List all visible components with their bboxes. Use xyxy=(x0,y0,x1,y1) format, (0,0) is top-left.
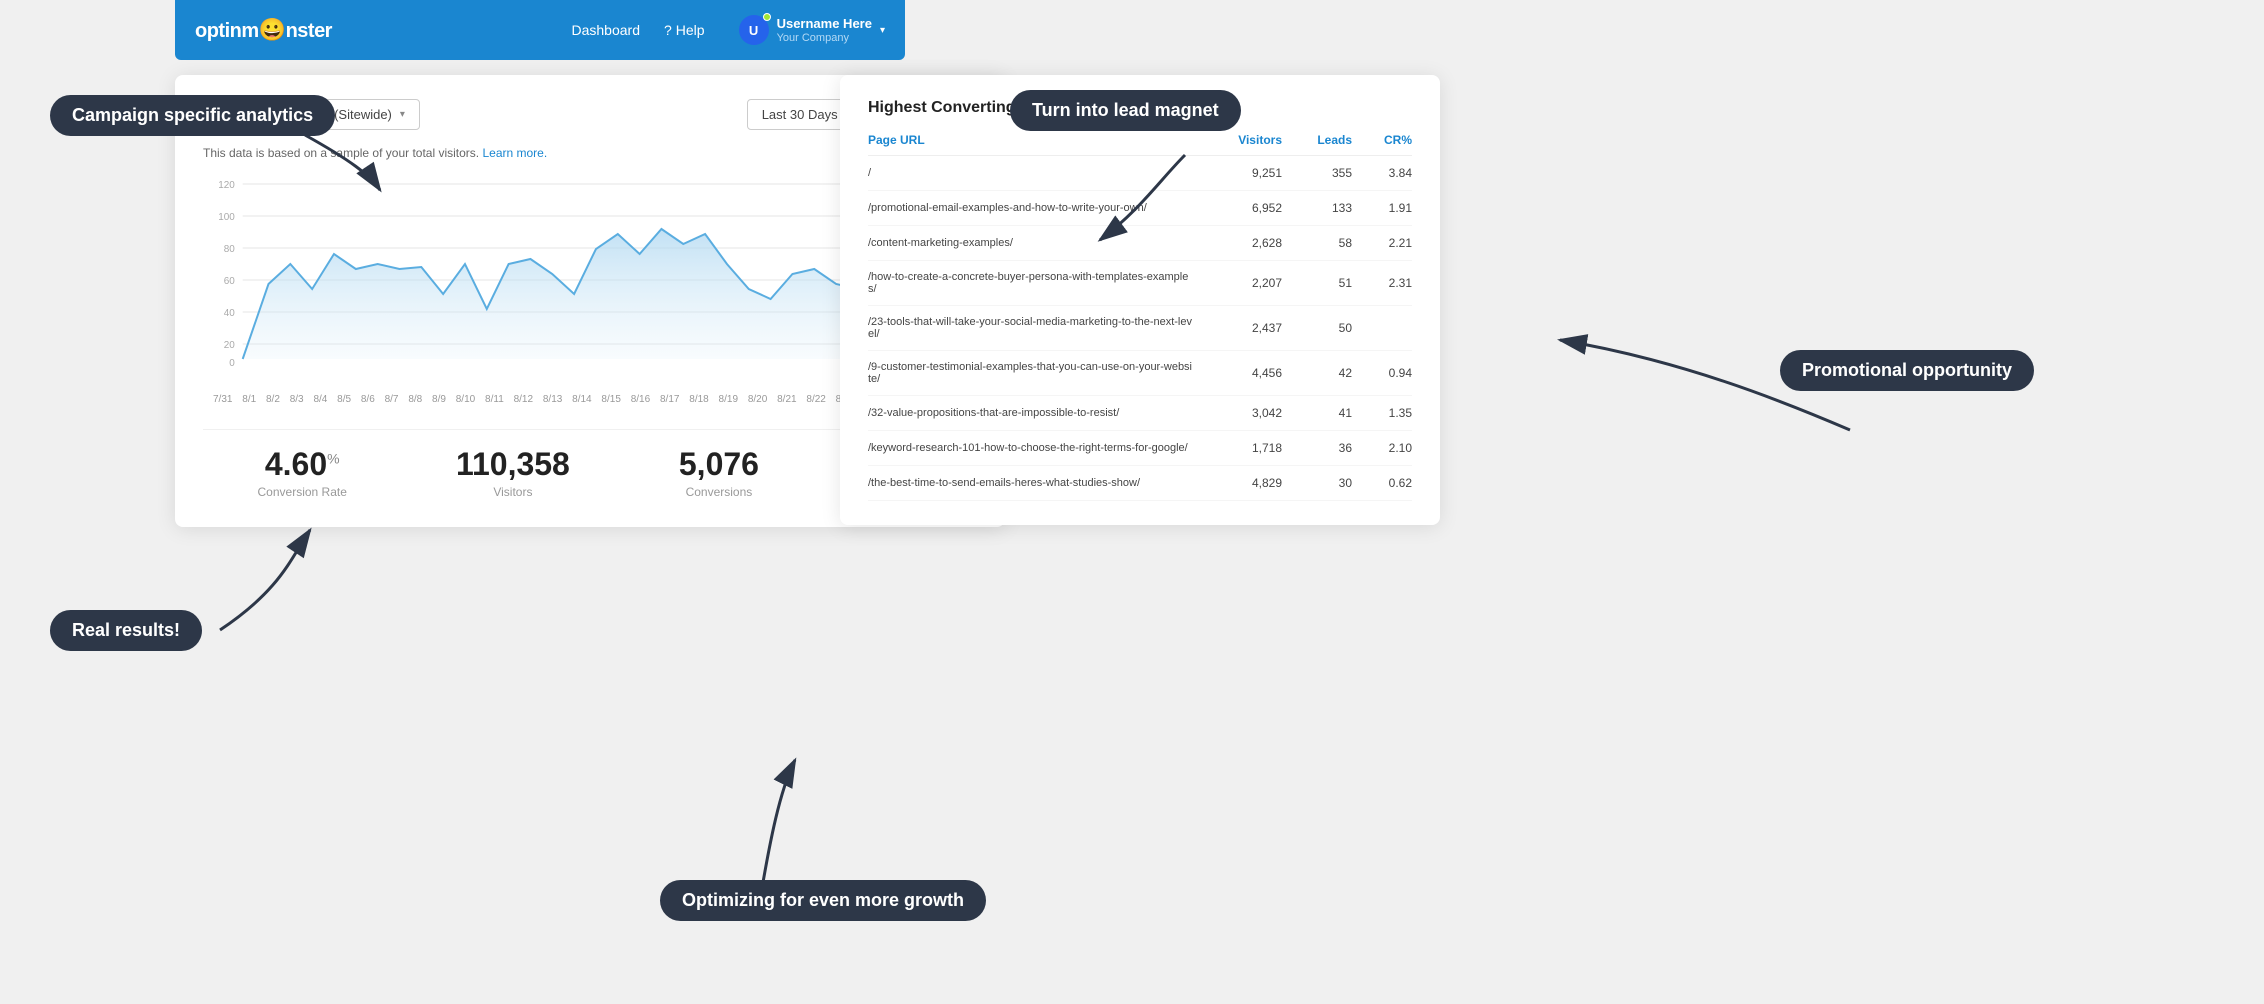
stat-conversions: 5,076 Conversions xyxy=(679,446,759,499)
table-card: Highest Converting Pages Page URL Visito… xyxy=(840,75,1440,525)
svg-text:120: 120 xyxy=(218,180,235,191)
col-cr: CR% xyxy=(1352,133,1412,147)
nav-links: Dashboard ? Help U Username Here Your Co… xyxy=(571,15,885,45)
table-cell-cr: 2.31 xyxy=(1352,276,1412,290)
table-header: Page URL Visitors Leads CR% xyxy=(868,133,1412,156)
table-cell-url: /keyword-research-101-how-to-choose-the-… xyxy=(868,442,1192,454)
nav-dashboard[interactable]: Dashboard xyxy=(571,22,640,38)
table-cell-cr: 0.62 xyxy=(1352,476,1412,490)
table-cell-url: /23-tools-that-will-take-your-social-med… xyxy=(868,316,1192,340)
callout-campaign: Campaign specific analytics xyxy=(50,95,335,136)
svg-text:80: 80 xyxy=(224,244,235,255)
callout-real-results: Real results! xyxy=(50,610,202,651)
table-cell-leads: 58 xyxy=(1282,236,1352,250)
nav-help[interactable]: ? Help xyxy=(664,22,705,38)
table-cell-visitors: 4,829 xyxy=(1192,476,1282,490)
table-cell-leads: 133 xyxy=(1282,201,1352,215)
svg-text:40: 40 xyxy=(224,308,235,319)
table-cell-visitors: 2,628 xyxy=(1192,236,1282,250)
learn-more-link[interactable]: Learn more. xyxy=(482,146,547,160)
logo: optinm😀nster xyxy=(195,17,332,43)
help-icon: ? xyxy=(664,22,672,38)
table-cell-visitors: 3,042 xyxy=(1192,406,1282,420)
avatar: U xyxy=(739,15,769,45)
table-cell-url: /promotional-email-examples-and-how-to-w… xyxy=(868,202,1192,214)
table-cell-url: /the-best-time-to-send-emails-heres-what… xyxy=(868,477,1192,489)
stat-conversion-rate: 4.60% Conversion Rate xyxy=(258,446,347,499)
col-leads: Leads xyxy=(1282,133,1352,147)
table-row[interactable]: /the-best-time-to-send-emails-heres-what… xyxy=(868,466,1412,501)
table-cell-url: /content-marketing-examples/ xyxy=(868,237,1192,249)
table-row[interactable]: /promotional-email-examples-and-how-to-w… xyxy=(868,191,1412,226)
table-cell-leads: 30 xyxy=(1282,476,1352,490)
svg-text:100: 100 xyxy=(218,212,235,223)
table-cell-leads: 41 xyxy=(1282,406,1352,420)
table-cell-visitors: 6,952 xyxy=(1192,201,1282,215)
table-row[interactable]: / 9,251 355 3.84 xyxy=(868,156,1412,191)
table-row[interactable]: /32-value-propositions-that-are-impossib… xyxy=(868,396,1412,431)
table-cell-cr: 1.35 xyxy=(1352,406,1412,420)
col-page-url: Page URL xyxy=(868,133,1192,147)
table-cell-leads: 50 xyxy=(1282,321,1352,335)
dropdown-chevron-icon: ▾ xyxy=(400,109,405,120)
table-cell-cr: 2.10 xyxy=(1352,441,1412,455)
table-row[interactable]: /content-marketing-examples/ 2,628 58 2.… xyxy=(868,226,1412,261)
table-cell-leads: 51 xyxy=(1282,276,1352,290)
table-cell-cr: 2.21 xyxy=(1352,236,1412,250)
table-cell-cr: 1.91 xyxy=(1352,201,1412,215)
stat-visitors: 110,358 Visitors xyxy=(456,446,570,499)
table-body: / 9,251 355 3.84 /promotional-email-exam… xyxy=(868,156,1412,501)
table-cell-visitors: 1,718 xyxy=(1192,441,1282,455)
svg-text:20: 20 xyxy=(224,340,235,351)
table-cell-url: /9-customer-testimonial-examples-that-yo… xyxy=(868,361,1192,385)
user-menu-chevron[interactable]: ▾ xyxy=(880,25,885,36)
table-row[interactable]: /keyword-research-101-how-to-choose-the-… xyxy=(868,431,1412,466)
callout-lead-magnet: Turn into lead magnet xyxy=(1010,90,1241,131)
navbar: optinm😀nster Dashboard ? Help U Username… xyxy=(175,0,905,60)
table-cell-cr: 3.84 xyxy=(1352,166,1412,180)
table-row[interactable]: /how-to-create-a-concrete-buyer-persona-… xyxy=(868,261,1412,306)
svg-text:0: 0 xyxy=(229,358,235,369)
callout-promo: Promotional opportunity xyxy=(1780,350,2034,391)
user-info: Username Here Your Company xyxy=(777,16,872,44)
col-visitors: Visitors xyxy=(1192,133,1282,147)
avatar-status-dot xyxy=(763,13,771,21)
table-row[interactable]: /23-tools-that-will-take-your-social-med… xyxy=(868,306,1412,351)
table-cell-cr: 0.94 xyxy=(1352,366,1412,380)
table-cell-visitors: 9,251 xyxy=(1192,166,1282,180)
table-row[interactable]: /9-customer-testimonial-examples-that-yo… xyxy=(868,351,1412,396)
callout-growth: Optimizing for even more growth xyxy=(660,880,986,921)
nav-user[interactable]: U Username Here Your Company ▾ xyxy=(739,15,885,45)
table-cell-visitors: 4,456 xyxy=(1192,366,1282,380)
table-cell-leads: 42 xyxy=(1282,366,1352,380)
svg-text:60: 60 xyxy=(224,276,235,287)
table-cell-url: /how-to-create-a-concrete-buyer-persona-… xyxy=(868,271,1192,295)
table-cell-url: /32-value-propositions-that-are-impossib… xyxy=(868,407,1192,419)
table-cell-leads: 36 xyxy=(1282,441,1352,455)
table-cell-leads: 355 xyxy=(1282,166,1352,180)
table-cell-visitors: 2,437 xyxy=(1192,321,1282,335)
table-cell-visitors: 2,207 xyxy=(1192,276,1282,290)
table-cell-url: / xyxy=(868,167,1192,179)
